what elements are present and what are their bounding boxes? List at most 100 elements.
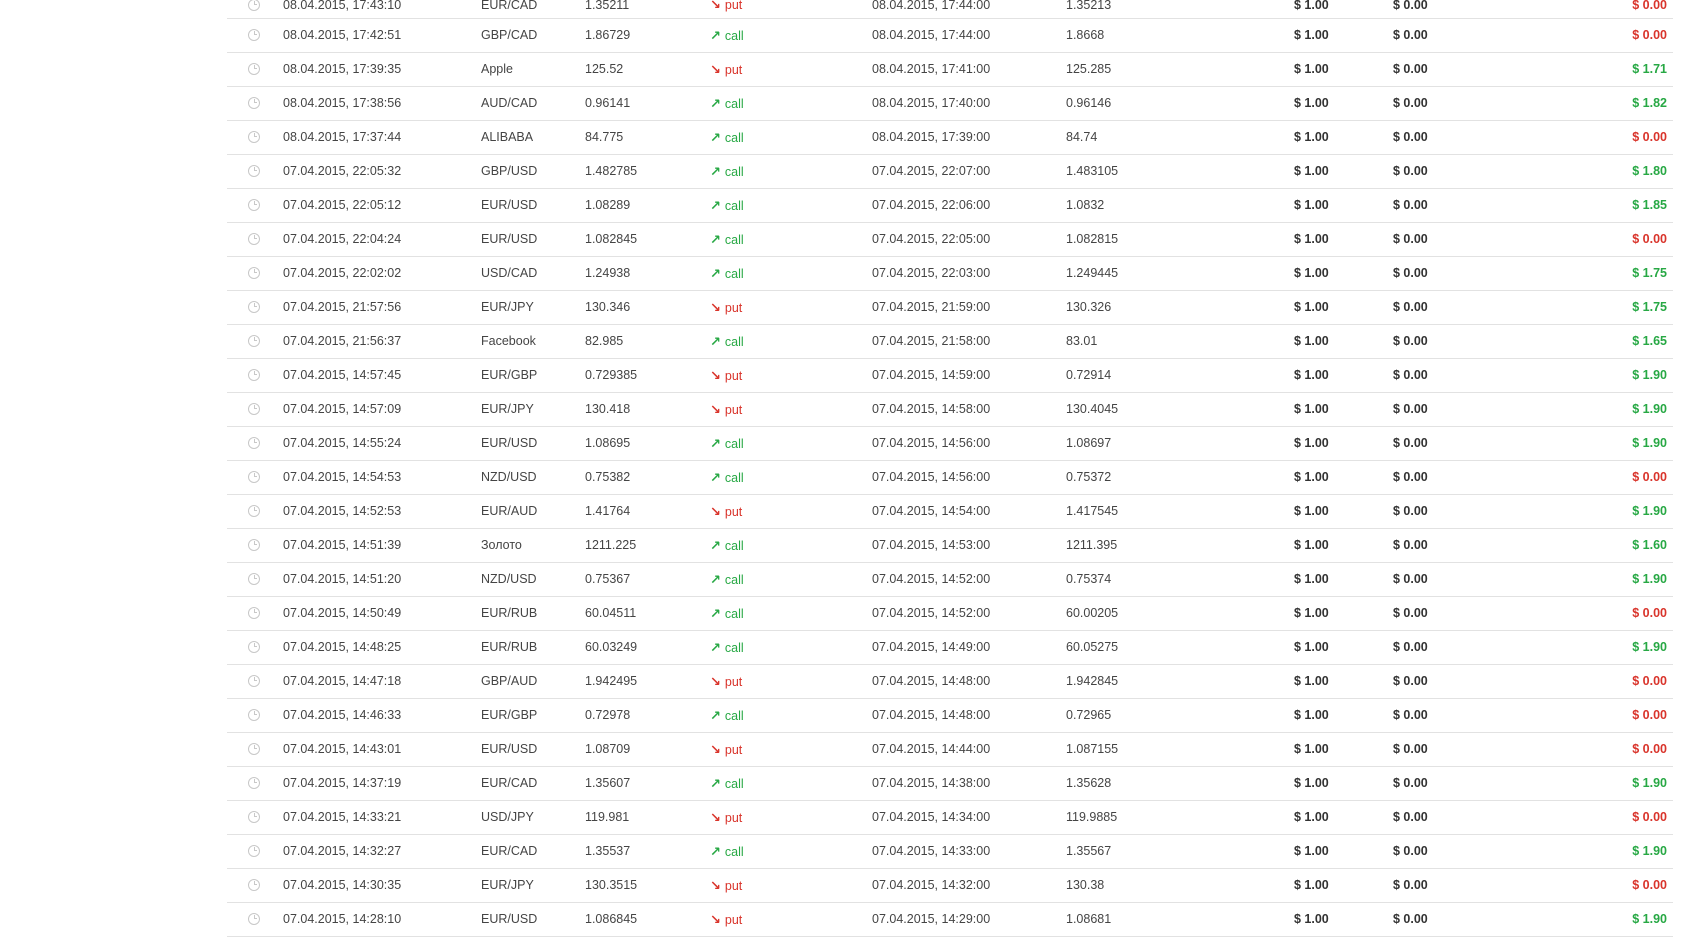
asset-cell: AUD/CAD <box>481 96 538 110</box>
close-time-cell: 07.04.2015, 14:52:00 <box>872 606 991 620</box>
table-row[interactable]: 07.04.2015, 14:33:21 USD/JPY 119.981 07.04.… <box>227 801 1673 835</box>
close-time-cell: 07.04.2015, 14:29:00 <box>872 912 991 926</box>
table-row[interactable]: 07.04.2015, 14:57:09 EUR/JPY 130.418 07.04.… <box>227 393 1673 427</box>
table-row[interactable]: 07.04.2015, 14:57:45 EUR/GBP 0.729385 07.04… <box>227 359 1673 393</box>
table-row[interactable]: 07.04.2015, 22:05:32 GBP/USD 1.482785 07.04… <box>227 155 1673 189</box>
direction-label: call <box>724 199 744 213</box>
profit-cell: $ 0.00 <box>1632 0 1667 12</box>
direction-label: call <box>724 539 744 553</box>
table-row[interactable]: 07.04.2015, 21:56:37 Facebook 82.985 07.04.… <box>227 325 1673 359</box>
profit-cell: $ 1.82 <box>1632 96 1667 110</box>
table-row[interactable]: 08.04.2015, 17:43:10 EUR/CAD 1.35211 08.04.… <box>227 0 1673 19</box>
table-row[interactable]: 08.04.2015, 17:37:44 ALIBABA 84.775 08.04.2… <box>227 121 1673 155</box>
table-row[interactable]: 07.04.2015, 14:48:25 EUR/RUB 60.03249 07.04… <box>227 631 1673 665</box>
clock-icon-glyph <box>248 776 260 789</box>
clock-icon <box>248 0 262 11</box>
refund-cell: $ 0.00 <box>1393 62 1428 76</box>
arrow-down-right-icon: ↘ <box>710 674 721 689</box>
refund-cell: $ 0.00 <box>1393 572 1428 586</box>
clock-icon-glyph <box>248 810 260 823</box>
direction-label: put <box>724 505 743 519</box>
open-price-cell: 130.346 <box>585 300 631 314</box>
open-time-cell: 07.04.2015, 22:05:32 <box>283 164 402 178</box>
open-price-cell: 60.04511 <box>585 606 637 620</box>
table-row[interactable]: 08.04.2015, 17:39:35 Apple 125.52 08.04.201… <box>227 53 1673 87</box>
open-time-cell: 07.04.2015, 14:51:39 <box>283 538 402 552</box>
open-price-cell: 0.96141 <box>585 96 631 110</box>
close-time-cell: 08.04.2015, 17:39:00 <box>872 130 991 144</box>
clock-icon-glyph <box>248 266 260 279</box>
amount-cell: $ 1.00 <box>1294 28 1329 42</box>
direction-cell: ↗ call <box>710 19 744 53</box>
asset-cell: EUR/USD <box>481 232 538 246</box>
asset-cell: EUR/JPY <box>481 878 534 892</box>
arrow-down-right-icon: ↘ <box>710 368 721 383</box>
open-time-cell: 08.04.2015, 17:43:10 <box>283 0 402 12</box>
asset-cell: EUR/JPY <box>481 300 534 314</box>
table-row[interactable]: 07.04.2015, 14:28:10 EUR/USD 1.086845 07.04… <box>227 903 1673 937</box>
amount-cell: $ 1.00 <box>1294 62 1329 76</box>
close-price-cell: 1.942845 <box>1066 674 1119 688</box>
direction-label: put <box>724 743 743 757</box>
profit-cell: $ 0.00 <box>1632 606 1667 620</box>
clock-icon <box>248 563 262 596</box>
table-row[interactable]: 07.04.2015, 22:04:24 EUR/USD 1.082845 07.04… <box>227 223 1673 257</box>
direction-cell: ↗ call <box>710 155 744 189</box>
open-time-cell: 07.04.2015, 14:32:27 <box>283 844 402 858</box>
table-row[interactable]: 07.04.2015, 14:37:19 EUR/CAD 1.35607 07.04.… <box>227 767 1673 801</box>
direction-cell: ↗ call <box>710 631 744 665</box>
table-row[interactable]: 07.04.2015, 14:51:39 Золото 1211.225 07.04.… <box>227 529 1673 563</box>
arrow-up-right-icon: ↗ <box>710 266 721 281</box>
direction-cell: ↗ call <box>710 767 744 801</box>
table-row[interactable]: 07.04.2015, 14:43:01 EUR/USD 1.08709 07.04.… <box>227 733 1673 767</box>
open-price-cell: 0.729385 <box>585 368 638 382</box>
open-time-cell: 07.04.2015, 22:04:24 <box>283 232 402 246</box>
open-time-cell: 07.04.2015, 14:55:24 <box>283 436 402 450</box>
clock-icon <box>248 393 262 426</box>
amount-cell: $ 1.00 <box>1294 0 1329 12</box>
profit-cell: $ 1.90 <box>1632 368 1667 382</box>
table-row[interactable]: 07.04.2015, 14:51:20 NZD/USD 0.75367 07.04.… <box>227 563 1673 597</box>
direction-label: call <box>724 845 744 859</box>
direction-cell: ↘ put <box>710 903 742 937</box>
profit-cell: $ 0.00 <box>1632 810 1667 824</box>
direction-cell: ↗ call <box>710 529 744 563</box>
table-row[interactable]: 07.04.2015, 14:47:18 GBP/AUD 1.942495 07.04… <box>227 665 1673 699</box>
close-price-cell: 1.249445 <box>1066 266 1119 280</box>
profit-cell: $ 0.00 <box>1632 232 1667 246</box>
table-row[interactable]: 07.04.2015, 14:52:53 EUR/AUD 1.41764 07.04.… <box>227 495 1673 529</box>
table-row[interactable]: 07.04.2015, 21:57:56 EUR/JPY 130.346 07.04.… <box>227 291 1673 325</box>
close-price-cell: 130.326 <box>1066 300 1112 314</box>
clock-icon-glyph <box>248 300 260 313</box>
close-price-cell: 83.01 <box>1066 334 1098 348</box>
arrow-up-right-icon: ↗ <box>710 130 721 145</box>
table-row[interactable]: 08.04.2015, 17:42:51 GBP/CAD 1.86729 08.04.… <box>227 19 1673 53</box>
direction-label: call <box>724 335 744 349</box>
clock-icon <box>248 597 262 630</box>
close-time-cell: 07.04.2015, 22:03:00 <box>872 266 991 280</box>
open-price-cell: 1211.225 <box>585 538 637 552</box>
direction-label: put <box>724 811 743 825</box>
table-row[interactable]: 07.04.2015, 14:55:24 EUR/USD 1.08695 07.04.… <box>227 427 1673 461</box>
clock-icon-glyph <box>248 62 260 75</box>
refund-cell: $ 0.00 <box>1393 402 1428 416</box>
table-row[interactable]: 07.04.2015, 22:05:12 EUR/USD 1.08289 07.04.… <box>227 189 1673 223</box>
direction-cell: ↘ put <box>710 53 742 87</box>
asset-cell: GBP/AUD <box>481 674 538 688</box>
close-time-cell: 07.04.2015, 14:32:00 <box>872 878 991 892</box>
table-row[interactable]: 07.04.2015, 22:02:02 USD/CAD 1.24938 07.04.… <box>227 257 1673 291</box>
table-row[interactable]: 07.04.2015, 14:30:35 EUR/JPY 130.3515 07.04… <box>227 869 1673 903</box>
table-row[interactable]: 07.04.2015, 14:50:49 EUR/RUB 60.04511 07.04… <box>227 597 1673 631</box>
table-row[interactable]: 08.04.2015, 17:38:56 AUD/CAD 0.96141 08.04.… <box>227 87 1673 121</box>
table-row[interactable]: 07.04.2015, 14:32:27 EUR/CAD 1.35537 07.04.… <box>227 835 1673 869</box>
clock-icon-glyph <box>248 232 260 245</box>
table-row[interactable]: 07.04.2015, 14:54:53 NZD/USD 0.75382 07.04.… <box>227 461 1673 495</box>
arrow-up-right-icon: ↗ <box>710 470 721 485</box>
amount-cell: $ 1.00 <box>1294 844 1329 858</box>
close-price-cell: 1211.395 <box>1066 538 1118 552</box>
amount-cell: $ 1.00 <box>1294 538 1329 552</box>
direction-label: call <box>724 471 744 485</box>
arrow-down-right-icon: ↘ <box>710 402 721 417</box>
table-row[interactable]: 07.04.2015, 14:46:33 EUR/GBP 0.72978 07.04.… <box>227 699 1673 733</box>
open-time-cell: 07.04.2015, 14:57:45 <box>283 368 402 382</box>
